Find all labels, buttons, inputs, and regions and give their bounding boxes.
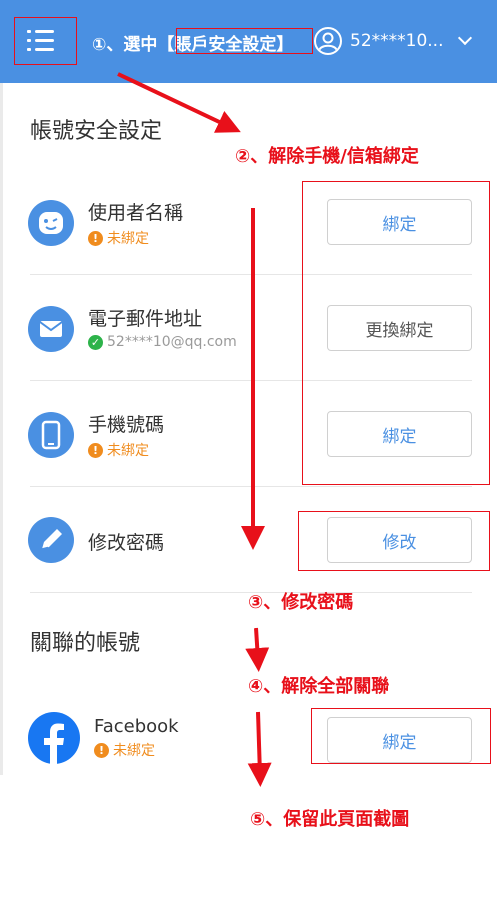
email-icon <box>28 306 74 352</box>
annotation-step2: ②、解除手機/信箱綁定 <box>235 146 419 167</box>
divider <box>30 486 472 487</box>
change-password-label: 修改密碼 <box>88 532 165 554</box>
phone-icon <box>28 412 74 458</box>
annotation-step5: ⑤、保留此頁面截圖 <box>250 809 410 830</box>
check-icon: ✓ <box>88 334 103 350</box>
warning-icon: ! <box>94 742 109 758</box>
arrow-step3-to-4 <box>245 627 270 672</box>
phone-status-text: 未綁定 <box>107 443 149 459</box>
facebook-label: Facebook <box>94 716 179 737</box>
warning-icon: ! <box>88 442 103 458</box>
facebook-status: ! 未綁定 <box>94 740 155 760</box>
user-avatar-icon[interactable] <box>314 27 342 55</box>
arrow-step4-to-5 <box>247 711 272 787</box>
password-highlight-box <box>298 511 490 571</box>
security-section-title: 帳號安全設定 <box>30 119 163 144</box>
annotation-step3: ③、修改密碼 <box>248 592 354 613</box>
username-status: ! 未綁定 <box>88 228 149 248</box>
facebook-status-text: 未綁定 <box>113 743 155 759</box>
annotation-step4: ④、解除全部關聯 <box>248 676 390 697</box>
user-name[interactable]: 52****10... <box>350 31 443 51</box>
menu-highlight-box <box>14 17 77 65</box>
username-status-text: 未綁定 <box>107 231 149 247</box>
facebook-icon <box>28 712 80 764</box>
chevron-down-icon[interactable] <box>457 30 473 46</box>
linked-section-title: 關聯的帳號 <box>30 631 141 656</box>
email-label: 電子郵件地址 <box>88 308 203 330</box>
facebook-highlight-box <box>311 708 491 764</box>
warning-icon: ! <box>88 230 103 246</box>
username-icon <box>28 200 74 246</box>
phone-label: 手機號碼 <box>88 414 165 436</box>
settings-highlight-box <box>176 28 313 54</box>
bind-buttons-highlight-box <box>302 181 490 485</box>
email-status: ✓ 52****10@qq.com <box>88 334 237 350</box>
left-edge <box>0 83 3 775</box>
username-label: 使用者名稱 <box>88 202 184 224</box>
edit-icon <box>28 517 74 563</box>
email-status-text: 52****10@qq.com <box>107 334 237 350</box>
phone-status: ! 未綁定 <box>88 440 149 460</box>
